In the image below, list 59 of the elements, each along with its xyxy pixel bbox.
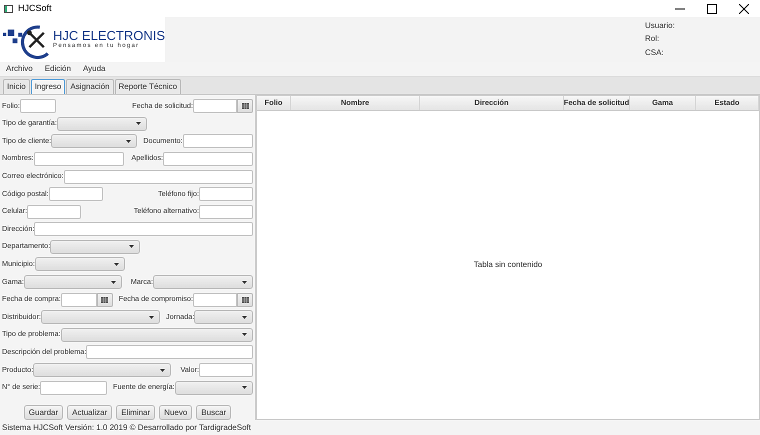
- caret-icon: [110, 280, 116, 284]
- form-button[interactable]: Actualizar: [67, 405, 112, 420]
- dropdown[interactable]: [174, 380, 253, 395]
- form-button[interactable]: Guardar: [24, 405, 64, 420]
- caret-icon: [136, 122, 141, 126]
- tab[interactable]: Ingreso: [30, 79, 66, 94]
- input-field[interactable]: [27, 204, 82, 219]
- caret-icon: [148, 316, 154, 319]
- input-field[interactable]: [48, 187, 103, 202]
- caret-icon: [242, 333, 247, 336]
- caret-icon: [129, 245, 134, 248]
- app-icon: [4, 4, 13, 12]
- caret-icon: [242, 316, 247, 319]
- caret-icon: [160, 368, 166, 372]
- dropdown[interactable]: [50, 240, 140, 254]
- input-field[interactable]: [40, 380, 108, 395]
- input-field[interactable]: [20, 99, 56, 114]
- menu-item[interactable]: Archivo: [0, 63, 39, 75]
- user-info-label: CSA:: [645, 47, 665, 60]
- status-text: Sistema HJCSoft Versión: 1.0 2019 © Desarrollado por TardigradeSoft: [2, 422, 251, 434]
- dropdown[interactable]: [34, 257, 125, 272]
- dropdown[interactable]: [51, 134, 138, 148]
- user-info-label: Usuario:: [645, 20, 676, 32]
- form-button[interactable]: Eliminar: [116, 405, 156, 420]
- input-field[interactable]: [182, 134, 253, 148]
- caret-icon: [242, 386, 247, 390]
- date-picker[interactable]: [193, 292, 253, 307]
- date-picker[interactable]: [60, 292, 113, 307]
- maximize-icon: [707, 4, 717, 14]
- calendar-icon: [101, 296, 108, 303]
- menu-item[interactable]: Edición: [38, 63, 77, 75]
- caret-icon: [126, 140, 132, 143]
- caret-icon: [242, 280, 247, 284]
- input-field[interactable]: [199, 187, 253, 202]
- input-field[interactable]: [199, 363, 253, 378]
- close-icon: [739, 4, 749, 14]
- caret-icon: [114, 262, 119, 266]
- calendar-icon: [242, 296, 248, 303]
- dropdown[interactable]: [60, 328, 253, 342]
- tab[interactable]: Reporte Técnico: [114, 79, 182, 94]
- dropdown[interactable]: [56, 116, 147, 131]
- input-field[interactable]: [34, 222, 253, 236]
- user-info-label: Rol:: [645, 33, 660, 46]
- window-title: HJCSoft: [18, 2, 52, 15]
- input-field[interactable]: [64, 170, 253, 184]
- logo-title: HJC ELECTRONIS: [53, 28, 165, 42]
- tab[interactable]: Asignación: [66, 79, 114, 94]
- dropdown[interactable]: [33, 363, 172, 378]
- tab[interactable]: Inicio: [3, 79, 30, 94]
- input-field[interactable]: [34, 152, 124, 166]
- calendar-icon: [242, 103, 248, 110]
- input-field[interactable]: [199, 204, 253, 219]
- menu-item[interactable]: Ayuda: [76, 63, 112, 75]
- date-picker[interactable]: [193, 99, 253, 114]
- input-field[interactable]: [86, 345, 253, 360]
- empty-table-message: Tabla sin contenido: [474, 259, 542, 271]
- form-button[interactable]: Buscar: [196, 405, 232, 420]
- form-button[interactable]: Nuevo: [159, 405, 192, 420]
- input-field[interactable]: [163, 152, 253, 166]
